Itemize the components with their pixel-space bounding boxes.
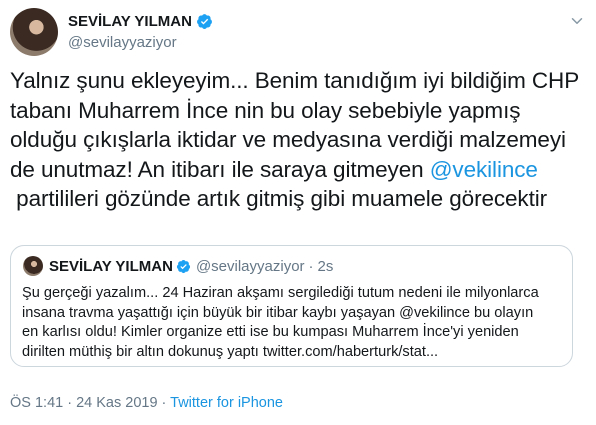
quoted-text-line: Şu gerçeği yazalım... 24 Haziran akşamı … <box>22 285 539 301</box>
timestamp[interactable]: ÖS 1:41 · 24 Kas 2019 · <box>10 395 170 411</box>
tweet-text-line: olduğu çıkışlarla iktidar ve medyasına v… <box>10 127 566 152</box>
chevron-down-icon[interactable] <box>568 12 586 30</box>
verified-badge-icon <box>176 259 190 273</box>
quoted-tweet[interactable]: SEVİLAY YILMAN @sevilayyaziyor · 2s Şu g… <box>10 245 573 367</box>
source-link[interactable]: Twitter for iPhone <box>170 395 283 411</box>
quoted-text: Şu gerçeği yazalım... 24 Haziran akşamı … <box>22 284 562 362</box>
quoted-tweet-header: SEVİLAY YILMAN @sevilayyaziyor · 2s <box>23 256 333 276</box>
quoted-avatar <box>23 256 43 276</box>
tweet-header: SEVİLAY YILMAN @sevilayyaziyor <box>10 8 586 58</box>
tweet-text: Yalnız şunu ekleyeyim... Benim tanıdığım… <box>10 66 586 214</box>
tweet-text-line: de unutmaz! An itibarı ile saraya gitmey… <box>10 155 586 185</box>
quoted-text-line: en karlısı oldu! Kimler organize etti is… <box>22 324 519 340</box>
mention-link[interactable]: @vekilince <box>430 157 538 182</box>
quoted-author-handle: @sevilayyaziyor <box>195 257 305 275</box>
separator-dot: · <box>308 257 314 275</box>
author-handle[interactable]: @sevilayyaziyor <box>68 34 177 51</box>
avatar[interactable] <box>10 8 58 56</box>
quoted-author-name: SEVİLAY YILMAN <box>49 257 173 275</box>
verified-badge-icon <box>196 14 212 29</box>
author-name-row[interactable]: SEVİLAY YILMAN <box>68 13 213 30</box>
tweet-text-line: partilileri gözünde artık gitmiş gibi mu… <box>10 186 548 211</box>
quoted-text-line: insana travma yaşattığı için büyük bir i… <box>22 304 534 321</box>
quoted-time: 2s <box>317 257 334 275</box>
quoted-text-line: dirilten müthiş bir altın dokunuş yaptı … <box>22 343 439 360</box>
tweet-text-line: Yalnız şunu ekleyeyim... Benim tanıdığım… <box>10 68 580 93</box>
tweet-text-segment: de unutmaz! An itibarı ile saraya gitmey… <box>10 156 430 182</box>
author-name[interactable]: SEVİLAY YILMAN <box>68 13 192 30</box>
tweet-text-line: tabanı Muharrem İnce nin bu olay sebebiy… <box>10 97 521 123</box>
tweet-meta: ÖS 1:41 · 24 Kas 2019 · Twitter for iPho… <box>10 395 283 411</box>
